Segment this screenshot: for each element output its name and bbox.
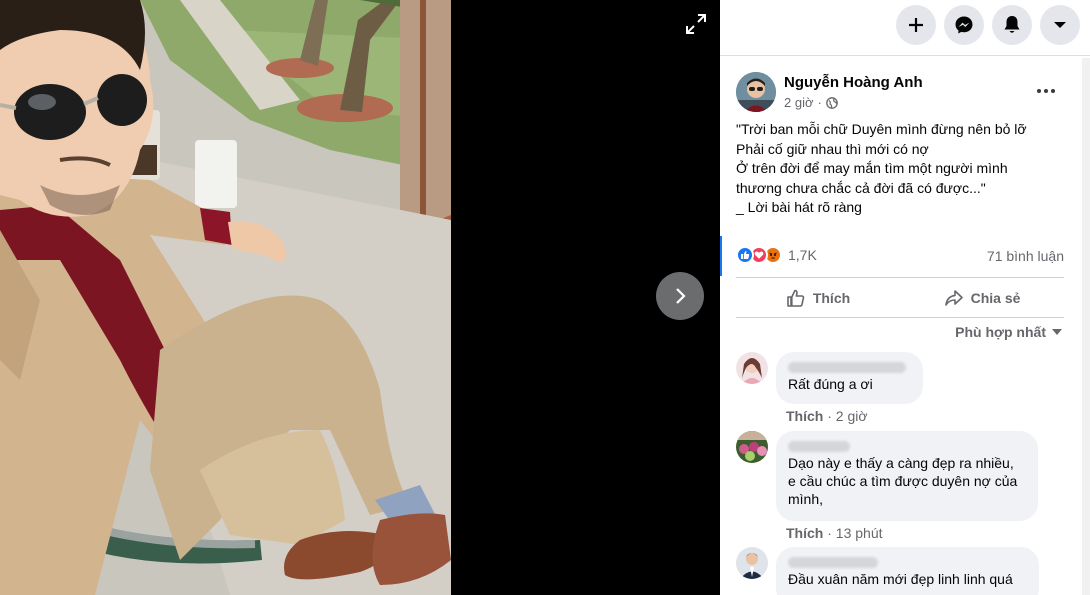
messenger-icon (955, 16, 973, 34)
separator-dot: · (827, 408, 836, 424)
reactions-summary[interactable]: 1,7K (736, 246, 817, 264)
post-actions: Thích Chia sẻ (736, 280, 1064, 316)
messenger-button[interactable] (944, 5, 984, 45)
comment-time[interactable]: 13 phút (836, 525, 883, 541)
comment-meta: Thích · 2 giờ (786, 408, 868, 424)
comment-text-line: e cầu chúc a tìm được duyên nợ của (788, 473, 1018, 489)
avatar-image (736, 72, 776, 112)
scrollbar[interactable] (1082, 58, 1090, 595)
post-meta: 2 giờ · (784, 95, 838, 110)
commenter-name-redacted[interactable] (788, 554, 1027, 570)
author-name[interactable]: Nguyễn Hoàng Anh (784, 74, 923, 91)
bell-icon (1004, 16, 1020, 33)
post-time[interactable]: 2 giờ (784, 95, 814, 110)
share-icon (944, 290, 963, 306)
sort-label: Phù hợp nhất (955, 324, 1046, 340)
post-text-line: Phải cố giữ nhau thì mới có nợ (736, 140, 929, 157)
focus-accent (720, 236, 722, 276)
avatar-image (736, 547, 768, 579)
comment-text-line: Dạo này e thấy a càng đẹp ra nhiều, (788, 455, 1014, 471)
notifications-button[interactable] (992, 5, 1032, 45)
thumbs-up-icon (787, 289, 805, 307)
expand-button[interactable] (684, 12, 708, 36)
redacted-name (788, 362, 906, 374)
post-options-button[interactable] (1030, 80, 1062, 102)
commenter-avatar[interactable] (736, 352, 768, 384)
post-panel: Nguyễn Hoàng Anh 2 giờ · "Trời ban mỗi c… (720, 0, 1090, 595)
comment-meta: Thích · 13 phút (786, 525, 883, 541)
photo-viewer (0, 0, 720, 595)
like-button[interactable]: Thích (736, 280, 900, 316)
next-photo-button[interactable] (656, 272, 704, 320)
redacted-name (788, 557, 878, 569)
dot-icon (1044, 89, 1048, 93)
share-label: Chia sẻ (970, 290, 1021, 306)
separator-dot: · (827, 525, 836, 541)
post-photo (0, 0, 451, 595)
like-reaction-icon (736, 246, 754, 264)
top-navigation (896, 5, 1080, 45)
globe-icon[interactable] (825, 96, 838, 109)
separator-dot: · (817, 95, 822, 110)
reaction-count: 1,7K (788, 247, 817, 263)
post-text-line: "Trời ban mỗi chữ Duyên mình đừng nên bỏ… (736, 121, 1027, 137)
commenter-avatar[interactable] (736, 431, 768, 463)
dot-icon (1037, 89, 1041, 93)
comment-time[interactable]: 2 giờ (836, 408, 868, 424)
commenter-avatar[interactable] (736, 547, 768, 579)
comment-sort-dropdown[interactable]: Phù hợp nhất (955, 324, 1062, 340)
redacted-name (788, 441, 850, 453)
expand-icon (686, 14, 706, 34)
like-label: Thích (812, 290, 851, 306)
commenter-name-redacted[interactable] (788, 359, 911, 375)
comment-bubble: Rất đúng a ơi (776, 352, 923, 404)
post-text-line: thương chưa chắc cả đời đã có được..." (736, 179, 986, 196)
author-avatar[interactable] (736, 72, 776, 112)
divider (736, 277, 1064, 278)
create-button[interactable] (896, 5, 936, 45)
caret-down-icon (1052, 328, 1062, 335)
comment-like-link[interactable]: Thích (786, 525, 823, 541)
comment-text-line: mình, (788, 491, 824, 507)
post-text: "Trời ban mỗi chữ Duyên mình đừng nên bỏ… (736, 120, 1081, 218)
caret-down-icon (1054, 22, 1066, 28)
post-text-line: _ Lời bài hát rõ ràng (736, 199, 862, 215)
avatar-image (736, 431, 768, 463)
avatar-image (736, 352, 768, 384)
comment-bubble: Dạo này e thấy a càng đẹp ra nhiều, e cầ… (776, 431, 1038, 521)
chevron-right-icon (676, 288, 686, 304)
share-button[interactable]: Chia sẻ (900, 280, 1064, 316)
comment-like-link[interactable]: Thích (786, 408, 823, 424)
divider (720, 55, 1090, 56)
post-text-line: Ở trên đời để may mắn tìm một người mình (736, 160, 1008, 176)
comment-text: Đầu xuân năm mới đẹp linh linh quá (788, 571, 1013, 587)
divider (736, 317, 1064, 318)
plus-icon (909, 18, 923, 32)
comment-count[interactable]: 71 bình luận (987, 248, 1064, 264)
dot-icon (1051, 89, 1055, 93)
account-menu-button[interactable] (1040, 5, 1080, 45)
comment-bubble: Đầu xuân năm mới đẹp linh linh quá (776, 547, 1039, 595)
commenter-name-redacted[interactable] (788, 438, 1026, 454)
comment-text: Rất đúng a ơi (788, 376, 873, 392)
